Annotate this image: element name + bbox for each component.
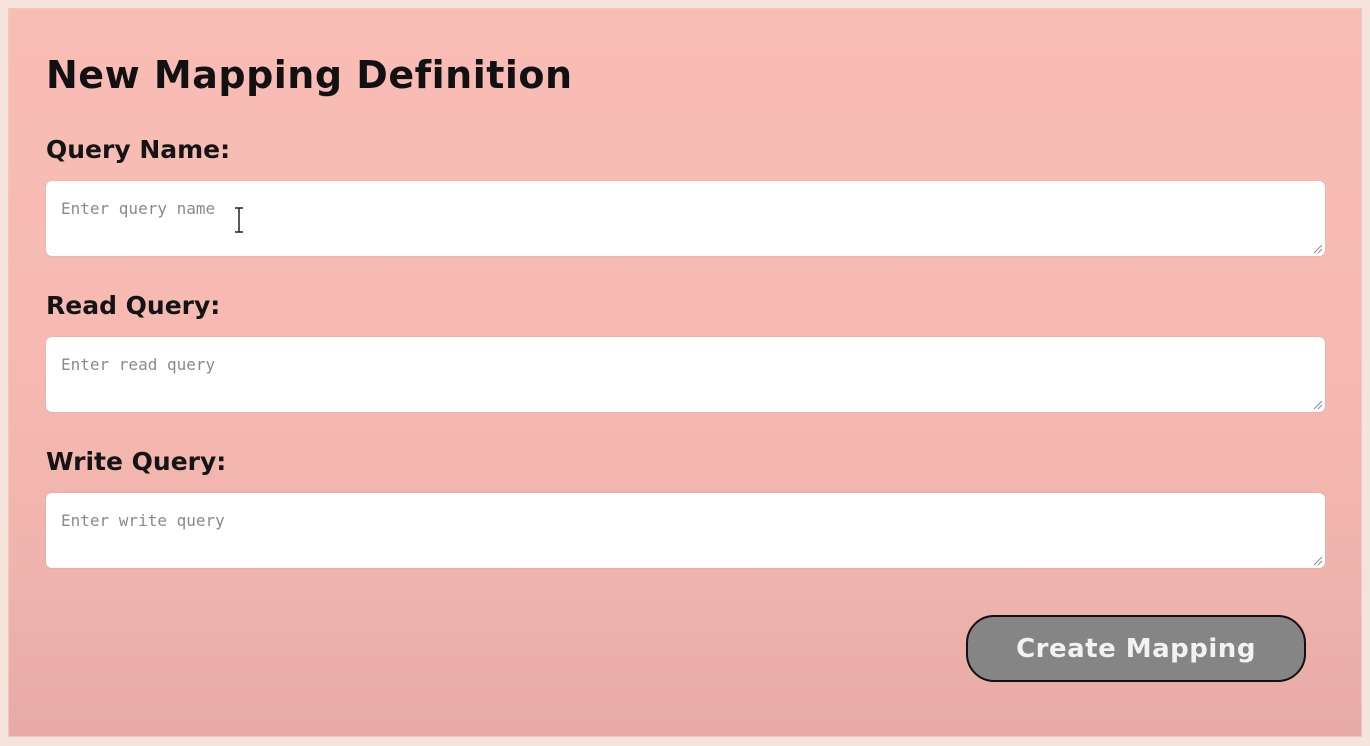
- resize-handle-icon[interactable]: [1313, 244, 1323, 254]
- resize-handle-icon[interactable]: [1313, 400, 1323, 410]
- mapping-form-panel: New Mapping Definition Query Name: Enter…: [8, 8, 1362, 737]
- query-name-placeholder: Enter query name: [61, 199, 216, 218]
- write-query-label: Write Query:: [46, 447, 227, 476]
- page-title: New Mapping Definition: [46, 53, 573, 97]
- read-query-label: Read Query:: [46, 291, 221, 320]
- write-query-input[interactable]: Enter write query: [46, 493, 1325, 568]
- create-mapping-button[interactable]: Create Mapping: [966, 615, 1306, 682]
- resize-handle-icon[interactable]: [1313, 556, 1323, 566]
- read-query-placeholder: Enter read query: [61, 355, 216, 374]
- write-query-placeholder: Enter write query: [61, 511, 225, 530]
- text-cursor-icon: [235, 207, 243, 233]
- query-name-label: Query Name:: [46, 135, 231, 164]
- read-query-input[interactable]: Enter read query: [46, 337, 1325, 412]
